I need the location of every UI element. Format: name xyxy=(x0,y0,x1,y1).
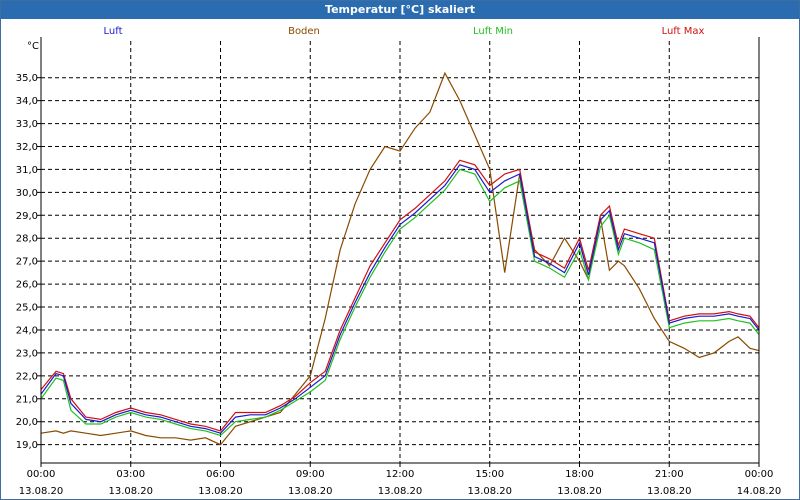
chart-window: Temperatur [°C] skaliert 19,0 20,0 21,0 22,… xyxy=(0,0,800,500)
legend-entry-luft-min: Luft Min xyxy=(473,26,513,37)
y-tick-label: 19,0 xyxy=(16,440,38,451)
y-tick-label: 29,0 xyxy=(16,211,38,222)
y-tick-label: 21,0 xyxy=(16,394,38,405)
y-tick-label: 31,0 xyxy=(16,165,38,176)
x-tick-date-label: 13.08.20 xyxy=(198,486,243,497)
legend: Luft Boden Luft Min Luft Max xyxy=(104,26,705,37)
y-tick-label: 33,0 xyxy=(16,119,38,130)
y-tick-label: 26,0 xyxy=(16,280,38,291)
x-tick-time-label: 15:00 xyxy=(475,469,504,480)
x-tick-date-label: 14.08.20 xyxy=(737,486,782,497)
y-tick-label: 32,0 xyxy=(16,142,38,153)
x-tick-date-label: 13.08.20 xyxy=(378,486,423,497)
x-tick-time-label: 21:00 xyxy=(655,469,684,480)
legend-entry-luft: Luft xyxy=(104,26,123,37)
x-tick-date-label: 13.08.20 xyxy=(647,486,692,497)
x-tick-time-label: 00:00 xyxy=(745,469,774,480)
y-tick-label: 27,0 xyxy=(16,257,38,268)
y-tick-label: 30,0 xyxy=(16,188,38,199)
grid xyxy=(41,41,759,463)
y-tick-label: 35,0 xyxy=(16,73,38,84)
legend-entry-luft-max: Luft Max xyxy=(662,26,705,37)
y-tick-label: 24,0 xyxy=(16,325,38,336)
x-tick-time-label: 09:00 xyxy=(296,469,325,480)
x-tick-time-label: 06:00 xyxy=(206,469,235,480)
x-tick-date-label: 13.08.20 xyxy=(108,486,153,497)
y-tick-label: 34,0 xyxy=(16,96,38,107)
x-tick-time-label: 00:00 xyxy=(27,469,56,480)
y-tick-label: 22,0 xyxy=(16,371,38,382)
temperature-chart: 19,0 20,0 21,0 22,0 23,0 24,0 25,0 26,0 27,0 28,0… xyxy=(16,26,782,497)
y-tick-label: 25,0 xyxy=(16,303,38,314)
legend-entry-boden: Boden xyxy=(288,26,320,37)
x-tick-date-label: 13.08.20 xyxy=(19,486,64,497)
y-tick-label: 20,0 xyxy=(16,417,38,428)
y-tick-label: 23,0 xyxy=(16,348,38,359)
x-tick-date-label: 13.08.20 xyxy=(557,486,602,497)
y-axis-unit-label: °C xyxy=(27,41,39,52)
x-tick-time-label: 18:00 xyxy=(565,469,594,480)
x-tick-date-label: 13.08.20 xyxy=(467,486,512,497)
y-tick-label: 28,0 xyxy=(16,234,38,245)
x-tick-time-label: 12:00 xyxy=(386,469,415,480)
x-tick-date-label: 13.08.20 xyxy=(288,486,333,497)
x-tick-time-label: 03:00 xyxy=(116,469,145,480)
